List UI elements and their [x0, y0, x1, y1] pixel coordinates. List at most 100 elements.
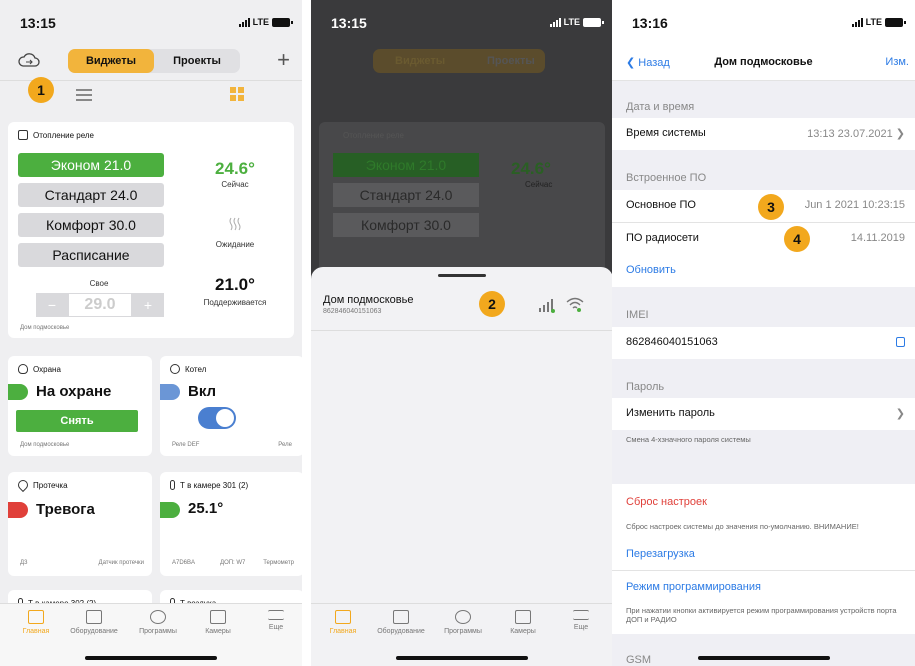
own-temperature-value[interactable]: 29.0 [68, 293, 132, 317]
home-indicator [697, 656, 830, 660]
tab-more[interactable]: Еще [246, 610, 302, 631]
heating-title-row: Отопление реле [18, 130, 94, 140]
tab-programs[interactable]: Программы [433, 610, 493, 635]
tab-equipment[interactable]: Оборудование [64, 610, 124, 635]
network-label: LTE [865, 17, 882, 27]
system-time-text: 13:13 23.07.2021 [807, 128, 893, 140]
boiler-state: Вкл [188, 383, 217, 400]
grid-view-icon[interactable] [230, 87, 244, 101]
tab-cameras-label: Камеры [510, 628, 536, 635]
status-bar: 13:15 LTE [311, 0, 613, 44]
tab-projects[interactable]: Проекты [154, 49, 240, 73]
increase-button[interactable]: + [132, 293, 164, 317]
battery-icon [583, 17, 604, 27]
status-time: 13:15 [20, 15, 56, 31]
section-imei: IMEI [626, 309, 649, 321]
mode-comfort-button[interactable]: Комфорт 30.0 [18, 213, 164, 237]
phone-device-settings: 13:16 LTE ❮ Назад Дом подмосковье Изм. Д… [612, 0, 915, 666]
waiting-label: Ожидание [215, 240, 255, 249]
leak-title: Протечка [33, 480, 68, 490]
edit-button[interactable]: Изм. [885, 56, 909, 68]
reset-settings-button[interactable]: Сброс настроек [626, 496, 707, 508]
relay-icon [18, 130, 28, 140]
callout-badge-3: 3 [758, 194, 784, 220]
tab-programs[interactable]: Программы [128, 610, 188, 635]
leak-widget[interactable]: Протечка Тревога Д3 Датчик протечки [8, 472, 152, 576]
leak-title-row: Протечка [15, 477, 68, 493]
tab-cameras[interactable]: Камеры [188, 610, 248, 635]
boiler-type: Реле [278, 442, 292, 448]
callout-badge-4: 4 [784, 226, 810, 252]
mode-standard-button[interactable]: Стандарт 24.0 [18, 183, 164, 207]
tab-more[interactable]: Еще [551, 610, 611, 631]
status-bar: 13:15 LTE [0, 0, 302, 44]
sheet-grabber[interactable] [438, 274, 486, 277]
chamber-301-widget[interactable]: Т в камере 301 (2) 25.1° A7D6BA ДОП: W7 … [160, 472, 302, 576]
programming-mode-button[interactable]: Режим программирования [626, 581, 761, 593]
boiler-widget[interactable]: Котел Вкл Реле DEF Реле [160, 356, 302, 456]
boiler-status-indicator [160, 384, 180, 400]
security-status-indicator [8, 384, 28, 400]
chamber-301-value: 25.1° [188, 500, 224, 517]
current-label: Сейчас [221, 180, 249, 189]
cloud-icon[interactable] [18, 52, 40, 68]
tab-bar: Главная Оборудование Программы Камеры Ещ… [0, 603, 302, 666]
tab-equipment[interactable]: Оборудование [371, 610, 431, 635]
mode-econom-button[interactable]: Эконом 21.0 [18, 153, 164, 177]
target-temperature: 21.0° [215, 275, 255, 294]
security-widget[interactable]: Охрана На охране Снять Дом подмосковье [8, 356, 152, 456]
security-location: Дом подмосковье [20, 442, 70, 448]
chamber-301-title: Т в камере 301 (2) [180, 480, 249, 490]
thermometer-icon [170, 480, 175, 490]
camera-icon [210, 610, 226, 624]
heat-waves-icon [229, 217, 241, 231]
tab-home[interactable]: Главная [313, 610, 373, 635]
menu-icon [573, 610, 589, 620]
dimmed-projects-tab: Проекты [487, 55, 535, 67]
layout-switcher: 1 [0, 77, 302, 110]
tab-widgets[interactable]: Виджеты [68, 49, 154, 73]
disarm-button[interactable]: Снять [16, 410, 138, 432]
tab-programs-label: Программы [139, 628, 177, 635]
mode-schedule-button[interactable]: Расписание [18, 243, 164, 267]
update-row: Обновить [612, 255, 915, 287]
device-name: Дом подмосковье [323, 294, 414, 306]
boiler-title-row: Котел [170, 364, 206, 374]
navigation-bar: ❮ Назад Дом подмосковье Изм. [612, 44, 915, 80]
programming-note: При нажатии кнопки активируется режим пр… [626, 606, 897, 624]
list-view-icon[interactable] [76, 89, 92, 101]
update-button[interactable]: Обновить [626, 264, 676, 276]
tab-cameras[interactable]: Камеры [493, 610, 553, 635]
drop-icon [15, 477, 31, 493]
signal-icon [851, 17, 863, 27]
section-datetime: Дата и время [626, 101, 695, 113]
security-title-row: Охрана [18, 364, 61, 374]
status-bar: 13:16 LTE [612, 0, 915, 44]
heating-location: Дом подмосковье [20, 325, 70, 331]
tab-home[interactable]: Главная [6, 610, 66, 635]
network-label: LTE [252, 17, 269, 27]
view-segmented-control: Виджеты Проекты [68, 49, 240, 73]
page-title: Дом подмосковье [714, 56, 813, 68]
section-password: Пароль [626, 381, 665, 393]
dimmed-now-label: Сейчас [525, 180, 553, 189]
change-password-row[interactable]: Изменить пароль ❯ [612, 398, 915, 430]
add-button[interactable]: + [277, 47, 290, 73]
current-temperature: 24.6° [215, 159, 255, 178]
decrease-button[interactable]: − [36, 293, 68, 317]
battery-icon [272, 17, 293, 27]
section-gsm: GSM [626, 654, 652, 666]
tab-bar: Главная Оборудование Программы Камеры Ещ… [311, 603, 613, 666]
reboot-button[interactable]: Перезагрузка [626, 548, 695, 560]
system-time-row[interactable]: Время системы 13:13 23.07.2021 ❯ [612, 118, 915, 150]
battery-icon [885, 17, 906, 27]
dimmed-mode-econom: Эконом 21.0 [333, 153, 479, 177]
radio-firmware-row: ПО радиосети 4 14.11.2019 [612, 223, 915, 255]
boiler-toggle[interactable] [198, 407, 236, 429]
tab-equipment-label: Оборудование [70, 628, 118, 635]
copy-icon[interactable] [896, 337, 905, 347]
heating-widget[interactable]: Отопление реле Эконом 21.0 Стандарт 24.0… [8, 122, 294, 338]
device-id: 862846040151063 [323, 308, 382, 315]
gear-icon [150, 610, 166, 624]
radio-firmware-value: 14.11.2019 [850, 232, 905, 244]
